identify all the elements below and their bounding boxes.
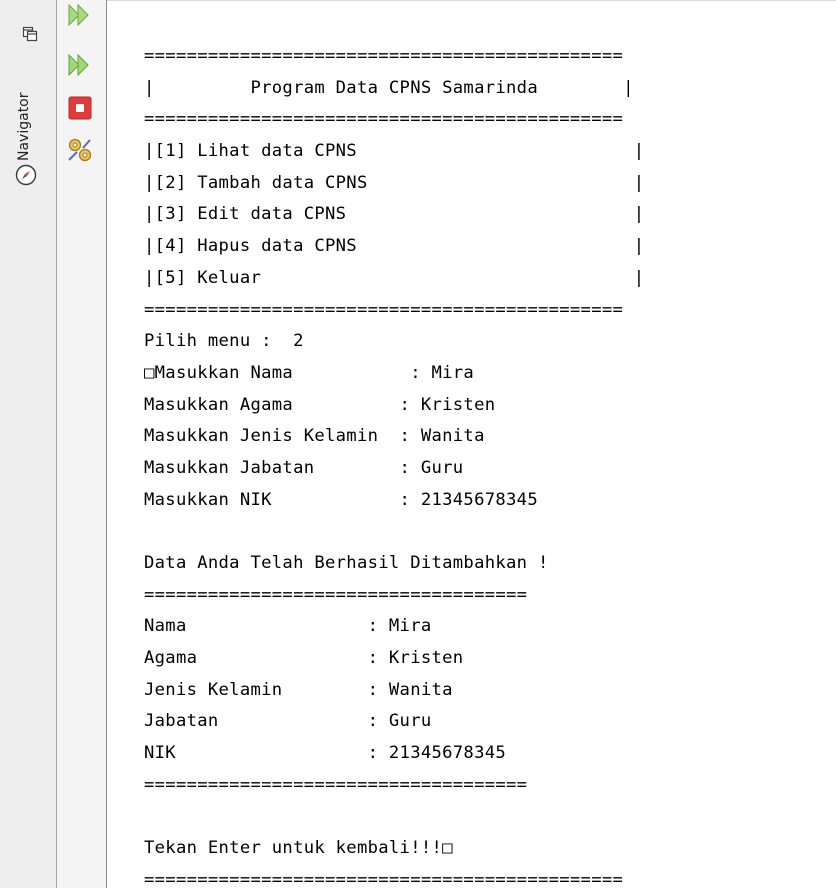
console-line: Tekan Enter untuk kembali!!!□ (144, 838, 453, 859)
console-line: Jenis Kelamin : Wanita (144, 679, 453, 700)
console-line: ========================================… (144, 299, 624, 320)
stop-icon (67, 95, 93, 125)
console-line: ========================================… (144, 46, 624, 66)
restore-window-icon[interactable] (22, 26, 38, 42)
console-line: |[5] Keluar | (144, 267, 645, 288)
console-line: ========================================… (144, 869, 624, 888)
output-toolbar (57, 0, 107, 888)
settings-icon (66, 136, 94, 168)
rerun-with-options-icon (67, 53, 93, 81)
console-line: Agama : Kristen (144, 648, 464, 669)
console-line: Masukkan Jenis Kelamin : Wanita (144, 426, 485, 447)
compass-icon (15, 164, 37, 186)
rerun-button[interactable] (65, 2, 95, 32)
console-line: | Program Data CPNS Samarinda | (144, 77, 634, 98)
console-line: |[4] Hapus data CPNS | (144, 236, 645, 257)
console-line: |[1] Lihat data CPNS | (144, 141, 645, 162)
console-line: ==================================== (144, 774, 528, 795)
ide-output-window: Navigator ==============================… (0, 0, 836, 888)
console-line: |[3] Edit data CPNS | (144, 204, 645, 225)
console-line: Pilih menu : 2 (144, 331, 304, 352)
console-line: □Masukkan Nama : Mira (144, 362, 475, 383)
console-line: ========================================… (144, 109, 624, 130)
console-line: NIK : 21345678345 (144, 743, 507, 764)
stop-button[interactable] (65, 95, 95, 125)
console-line: Jabatan : Guru (144, 711, 432, 732)
console-output[interactable]: ==================================== ====… (107, 0, 836, 888)
console-line: Nama : Mira (144, 616, 432, 637)
settings-button[interactable] (65, 137, 95, 167)
console-lines: ==================================== ====… (144, 41, 644, 888)
navigator-tab[interactable]: Navigator (6, 56, 52, 196)
console-line: Masukkan Agama : Kristen (144, 394, 496, 415)
console-line: Masukkan Jabatan : Guru (144, 457, 464, 478)
navigator-tab-label: Navigator (16, 92, 32, 161)
console-line: ==================================== (144, 584, 528, 605)
navigator-side-strip: Navigator (0, 0, 57, 888)
console-line: |[2] Tambah data CPNS | (144, 172, 645, 193)
console-line: Masukkan NIK : 21345678345 (144, 489, 538, 510)
rerun-with-options-button[interactable] (65, 52, 95, 82)
rerun-icon (67, 3, 93, 31)
console-line: Data Anda Telah Berhasil Ditambahkan ! (144, 553, 549, 573)
